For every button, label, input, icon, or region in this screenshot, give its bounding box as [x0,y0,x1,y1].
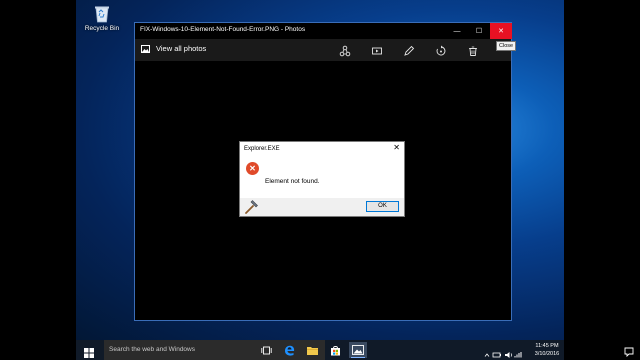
close-button[interactable]: ✕ [490,23,512,39]
share-icon[interactable] [339,44,351,57]
app-bar: View all photos [135,39,511,61]
minimize-button[interactable]: — [446,23,468,39]
task-view-icon[interactable] [257,342,275,358]
error-message: Element not found. [265,178,320,185]
taskbar: Search the web and Windows 11:45 PM 3/10… [76,340,564,360]
clock-date: 3/10/2016 [534,351,560,357]
edge-icon[interactable] [280,342,298,358]
error-dialog: Explorer.EXE ✕ ✕ Element not found. OK [239,141,405,217]
hammer-icon [243,199,259,215]
view-all-photos-button[interactable]: View all photos [141,44,206,53]
windows-icon[interactable] [84,345,94,358]
search-placeholder: Search the web and Windows [109,346,195,353]
recycle-bin-shortcut[interactable]: Recycle Bin [80,2,124,32]
dialog-title: Explorer.EXE [244,146,280,152]
notification-icon[interactable] [624,344,634,360]
store-icon[interactable] [326,342,344,358]
system-tray [484,346,524,358]
photo-icon [141,44,150,53]
clock-time: 11:45 PM [535,343,559,349]
slideshow-icon[interactable] [371,44,383,56]
photos-icon[interactable] [349,342,367,358]
letterbox-right [564,0,640,360]
dialog-close-button[interactable]: ✕ [393,143,400,152]
close-tooltip: Close [496,41,517,51]
edit-icon[interactable] [403,44,415,56]
rotate-icon[interactable] [435,44,447,56]
view-all-photos-label: View all photos [156,44,207,53]
screen: Recycle Bin FIX-Windows-10-Element-Not-F… [0,0,640,360]
recycle-bin-label: Recycle Bin [84,25,120,32]
error-icon: ✕ [246,162,259,175]
title-bar: FIX-Windows-10-Element-Not-Found-Error.P… [135,23,512,39]
file-explorer-icon[interactable] [303,342,321,358]
letterbox-left [0,0,76,360]
clock[interactable]: 11:45 PM 3/10/2016 [530,342,564,358]
delete-icon[interactable] [467,44,479,56]
window-title: FIX-Windows-10-Element-Not-Found-Error.P… [140,26,306,33]
maximize-button[interactable]: ☐ [468,23,490,39]
recycle-bin-icon [91,2,113,24]
ok-button[interactable]: OK [366,201,399,212]
dialog-footer: OK [240,198,404,216]
